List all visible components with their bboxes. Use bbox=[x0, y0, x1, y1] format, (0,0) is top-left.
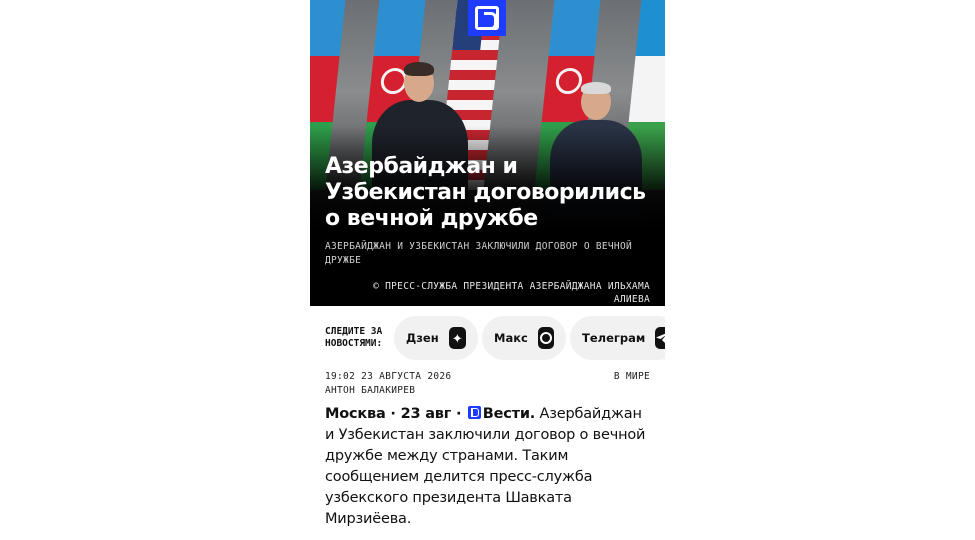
dzen-label: Дзен bbox=[406, 331, 439, 345]
article-text: Азербайджан и Узбекистан заключили догов… bbox=[325, 406, 646, 527]
photo-credit: © ПРЕСС-СЛУЖБА ПРЕЗИДЕНТА АЗЕРБАЙДЖАНА И… bbox=[373, 281, 650, 305]
page-title: Азербайджан и Узбекистан договорились о … bbox=[325, 154, 646, 231]
page-subtitle: АЗЕРБАЙДЖАН И УЗБЕКИСТАН ЗАКЛЮЧИЛИ ДОГОВ… bbox=[325, 241, 632, 266]
article-page: Азербайджан и Узбекистан договорились о … bbox=[310, 0, 665, 540]
follow-bar: СЛЕДИТЕ ЗА НОВОСТЯМИ: Дзен ✦ Макс Телегр… bbox=[310, 316, 665, 362]
telegram-button[interactable]: Телеграм bbox=[570, 316, 665, 360]
lead-brand: Вести. bbox=[482, 406, 536, 422]
article-body: Москва · 23 авг · Вести. Азербайджан и У… bbox=[325, 404, 655, 530]
lead-dateline: Москва · 23 авг · bbox=[325, 406, 462, 422]
telegram-plane-icon bbox=[655, 327, 665, 349]
vesti-logo-icon[interactable] bbox=[468, 0, 506, 36]
dzen-button[interactable]: Дзен ✦ bbox=[394, 316, 478, 360]
publish-datetime: 19:02 23 АВГУСТА 2026 bbox=[325, 371, 452, 382]
article-meta: 19:02 23 АВГУСТА 2026 В МИРЕ АНТОН БАЛАК… bbox=[325, 370, 650, 398]
maks-label: Макс bbox=[494, 331, 528, 345]
category-link[interactable]: В МИРЕ bbox=[614, 370, 650, 384]
telegram-label: Телеграм bbox=[582, 331, 646, 345]
author-name[interactable]: АНТОН БАЛАКИРЕВ bbox=[325, 384, 650, 398]
hero-image: Азербайджан и Узбекистан договорились о … bbox=[310, 0, 665, 306]
vesti-mini-logo-icon bbox=[467, 406, 481, 419]
dzen-star-icon: ✦ bbox=[448, 327, 466, 349]
maks-chat-icon bbox=[537, 327, 554, 349]
maks-button[interactable]: Макс bbox=[482, 316, 566, 360]
follow-label: СЛЕДИТЕ ЗА НОВОСТЯМИ: bbox=[325, 326, 383, 349]
